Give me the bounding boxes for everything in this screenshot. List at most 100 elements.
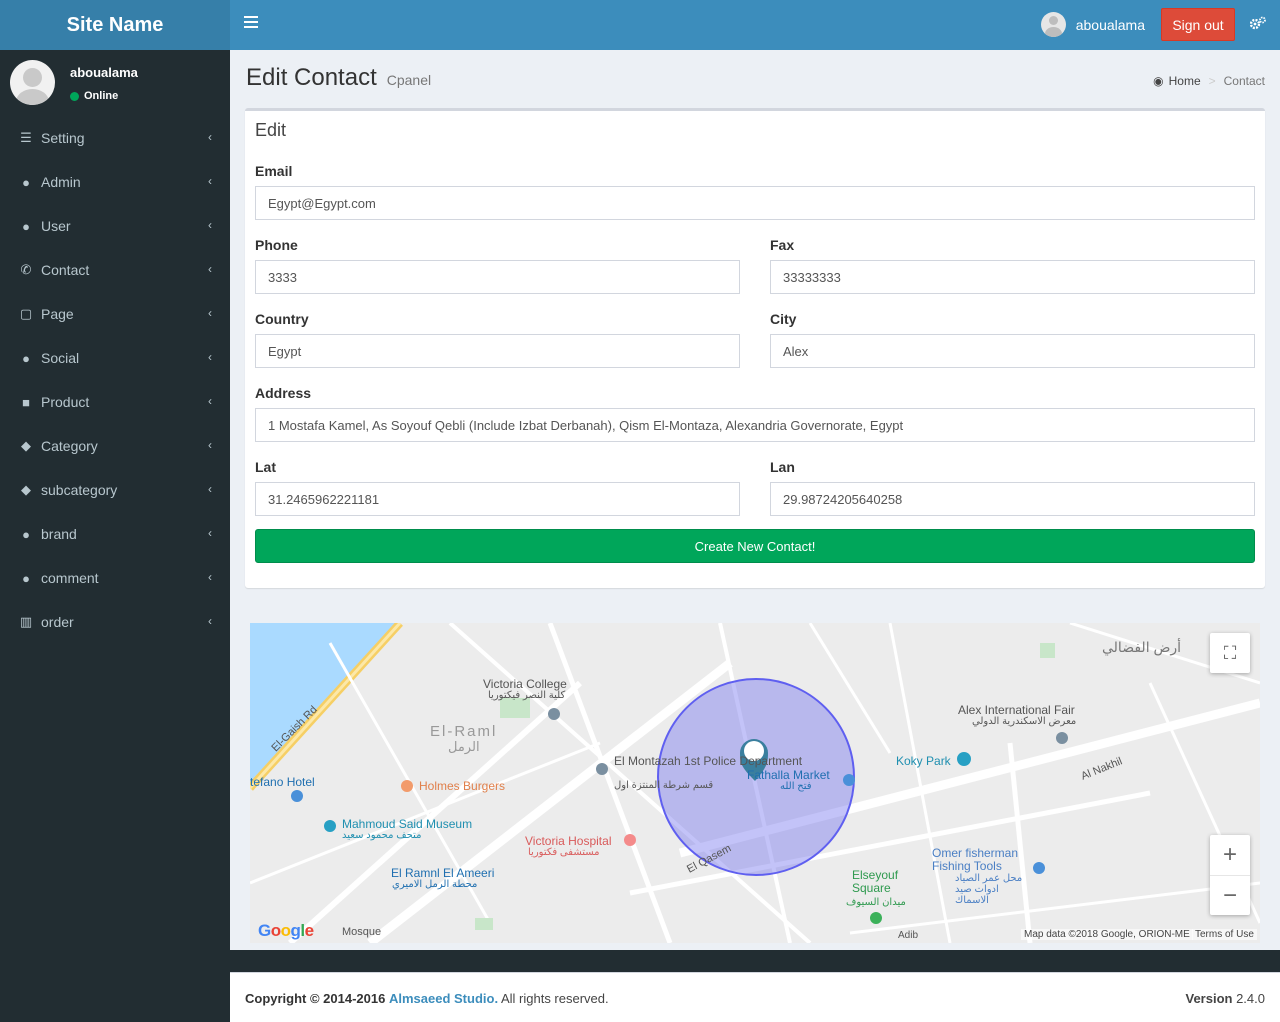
page-subtitle: Cpanel <box>386 72 432 88</box>
map-label-ard-el-fudali: أرض الفضالي <box>1102 639 1182 655</box>
edit-icon: ▢ <box>19 306 33 321</box>
map-label-mahmoud-museum: Mahmoud Said Museum <box>342 817 473 831</box>
sidebar-item-social[interactable]: ● Social ‹ <box>0 336 230 380</box>
sidebar-item-page[interactable]: ▢ Page ‹ <box>0 292 230 336</box>
map-label-el-raml: El-Raml <box>430 723 498 740</box>
gears-icon[interactable] <box>1249 16 1266 34</box>
map-label-omer-fisherman-ar: محل عمر الصياد ادوات صيد الاسماك <box>955 873 1023 906</box>
country-label: Country <box>255 311 309 327</box>
gift-icon: ■ <box>22 394 30 410</box>
map-terms-link[interactable]: Terms of Use <box>1192 929 1257 940</box>
sidebar-item-subcategory[interactable]: ◆ subcategory ‹ <box>0 468 230 512</box>
sidebar-item-contact[interactable]: ✆ Contact ‹ <box>0 248 230 292</box>
footer-copyright: Copyright © 2014-2016 Almsaeed Studio. A… <box>245 991 609 1006</box>
map-label-el-ramnl-ameeri: El Ramnl El Ameeri <box>391 866 495 880</box>
user-panel: aboualama Online <box>0 50 230 116</box>
tag-icon: ◆ <box>21 438 31 453</box>
sidebar-item-brand[interactable]: ● brand ‹ <box>0 512 230 556</box>
map-label-mahmoud-museum-ar: متحف محمود سعيد <box>342 830 422 841</box>
lan-label: Lan <box>770 459 795 475</box>
comments-icon: ● <box>22 570 30 586</box>
online-dot-icon <box>70 91 79 101</box>
sidebar-item-product[interactable]: ■ Product ‹ <box>0 380 230 424</box>
zoom-out-icon[interactable]: − <box>1210 875 1250 915</box>
zoom-in-icon[interactable]: + <box>1210 835 1250 875</box>
chevron-left-icon: ‹ <box>208 526 212 540</box>
fullscreen-icon[interactable]: ⛶ <box>1210 633 1250 673</box>
phone-field[interactable]: 3333 <box>255 260 740 294</box>
map-label-montazah-police: El Montazah 1st Police Department <box>614 754 803 768</box>
chevron-left-icon: ‹ <box>208 350 212 364</box>
address-label: Address <box>255 385 312 401</box>
map-label-elseyouf-square-ar: ميدان السيوف <box>846 897 906 908</box>
email-field[interactable]: Egypt@Egypt.com <box>255 186 1255 220</box>
address-field[interactable]: 1 Mostafa Kamel, As Soyouf Qebli (Includ… <box>255 408 1255 442</box>
footer-company-link[interactable]: Almsaeed Studio. <box>389 991 498 1006</box>
map-label-victoria-college: Victoria College <box>483 677 567 691</box>
dashboard-icon: ◉ <box>1153 74 1164 88</box>
lat-field[interactable]: 31.2465962221181 <box>255 482 740 516</box>
city-label: City <box>770 311 797 327</box>
footer-version: Version 2.4.0 <box>1185 991 1265 1006</box>
chevron-left-icon: ‹ <box>208 482 212 496</box>
phone-label: Phone <box>255 237 298 253</box>
map-label-alex-fair: Alex International Fair <box>958 703 1075 717</box>
user-panel-name: aboualama <box>70 65 138 80</box>
barcode-icon: ▥ <box>19 614 33 629</box>
user-icon: ● <box>22 174 30 190</box>
chevron-left-icon: ‹ <box>208 130 212 144</box>
phone-icon: ✆ <box>20 262 32 277</box>
sidebar-item-setting[interactable]: ☰ Setting ‹ <box>0 116 230 160</box>
breadcrumb-separator: > <box>1208 74 1216 88</box>
map-label-fathalla-market-ar: فتح الله <box>780 781 812 792</box>
fax-field[interactable]: 33333333 <box>770 260 1255 294</box>
lan-field[interactable]: 29.98724205640258 <box>770 482 1255 516</box>
tags-icon: ◆ <box>21 482 31 497</box>
google-logo[interactable]: Google <box>258 921 314 941</box>
map-label-victoria-hospital: Victoria Hospital <box>525 834 612 848</box>
chevron-left-icon: ‹ <box>208 394 212 408</box>
page-title: Edit Contact Cpanel <box>246 64 432 91</box>
chevron-left-icon: ‹ <box>208 438 212 452</box>
sidebar-item-admin[interactable]: ● Admin ‹ <box>0 160 230 204</box>
chevron-left-icon: ‹ <box>208 218 212 232</box>
users-icon: ● <box>22 350 30 366</box>
sidebar-item-user[interactable]: ● User ‹ <box>0 204 230 248</box>
chevron-left-icon: ‹ <box>208 614 212 628</box>
sidebar-item-comment[interactable]: ● comment ‹ <box>0 556 230 600</box>
city-field[interactable]: Alex <box>770 334 1255 368</box>
list-icon: ☰ <box>20 130 32 145</box>
sidebar-item-category[interactable]: ◆ Category ‹ <box>0 424 230 468</box>
country-field[interactable]: Egypt <box>255 334 740 368</box>
map-attribution: Map data ©2018 Google, ORION-ME <box>1021 929 1193 940</box>
email-label: Email <box>255 163 293 179</box>
user-icon: ● <box>22 218 30 234</box>
site-logo[interactable]: Site Name <box>0 0 230 50</box>
map-label-adib: Adib <box>898 930 919 941</box>
sidebar: aboualama Online ☰ Setting ‹ ● Admin ‹ ● User… <box>0 50 230 1022</box>
user-menu-name: aboualama <box>1075 16 1145 33</box>
create-contact-button[interactable]: Create New Contact! <box>255 529 1255 563</box>
sidebar-item-order[interactable]: ▥ order ‹ <box>0 600 230 644</box>
signout-button[interactable]: Sign out <box>1161 8 1235 41</box>
map-label-victoria-hospital-ar: مستشفى فكتوريا <box>528 847 600 858</box>
sidebar-toggle-icon[interactable] <box>244 16 258 30</box>
location-map[interactable]: Victoria College كلية النصر فيكتوريا El-… <box>250 623 1260 943</box>
footer-divider <box>230 950 1280 972</box>
chevron-left-icon: ‹ <box>208 306 212 320</box>
map-label-fathalla-market: Fathalla Market <box>747 768 830 782</box>
zoom-control: + − <box>1210 835 1250 915</box>
map-label-el-raml-ar: الرمل <box>448 739 480 754</box>
map-label-koky-park: Koky Park <box>896 754 951 768</box>
fax-label: Fax <box>770 237 795 253</box>
map-label-tefano-hotel: tefano Hotel <box>250 775 315 789</box>
breadcrumb-home-link[interactable]: Home <box>1169 74 1201 88</box>
status-badge: Online <box>70 90 118 102</box>
avatar <box>1040 12 1066 37</box>
map-streets <box>250 623 1260 943</box>
apple-icon: ● <box>22 526 30 542</box>
chevron-left-icon: ‹ <box>208 570 212 584</box>
user-menu[interactable]: aboualama <box>1040 12 1145 37</box>
map-label-omer-fisherman: Omer fisherman Fishing Tools <box>932 846 1019 873</box>
chevron-left-icon: ‹ <box>208 174 212 188</box>
